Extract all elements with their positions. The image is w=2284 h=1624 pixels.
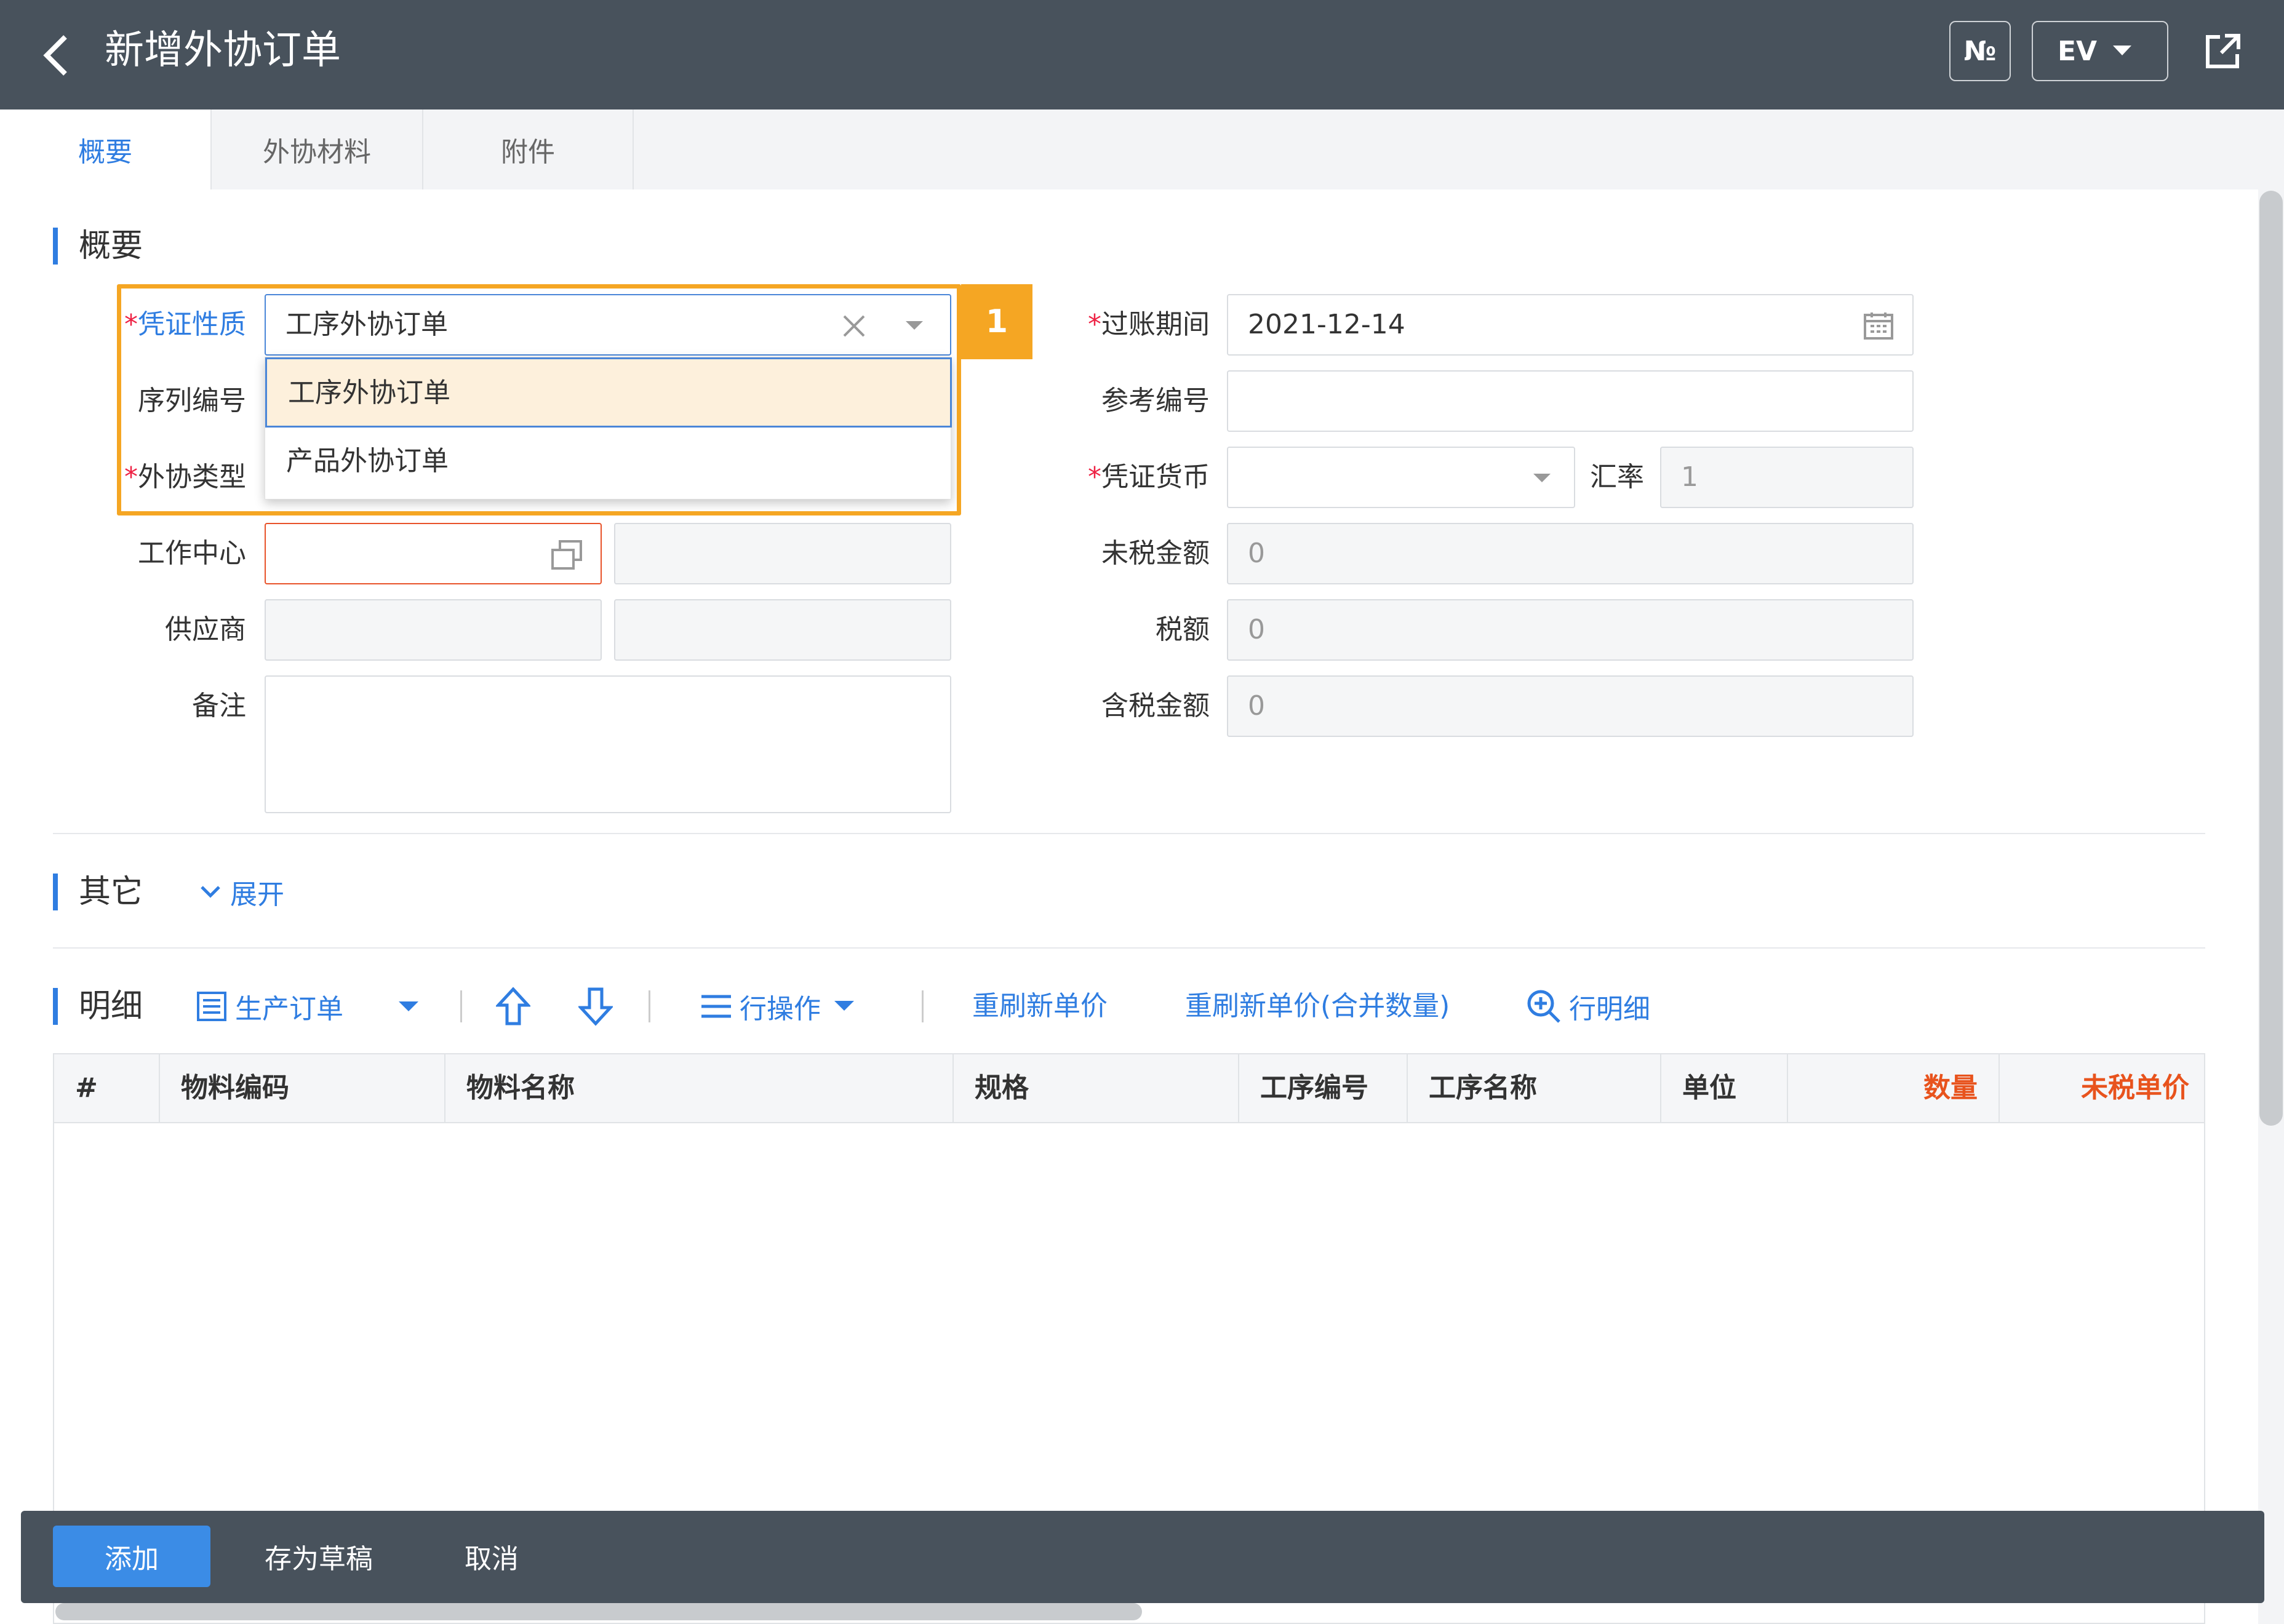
exchange-rate-field: 1 bbox=[1660, 447, 1914, 508]
zoom-in-icon bbox=[1527, 990, 1560, 1023]
column-header-unit: 单位 bbox=[1661, 1054, 1788, 1122]
caret-down-icon bbox=[1533, 474, 1551, 482]
column-header-spec: 规格 bbox=[954, 1054, 1239, 1122]
supplier-code-field bbox=[265, 599, 602, 661]
column-header-material-name: 物料名称 bbox=[445, 1054, 954, 1122]
move-down-icon[interactable] bbox=[578, 987, 613, 1026]
caret-down-icon bbox=[834, 1001, 854, 1011]
supplier-name-field bbox=[614, 599, 951, 661]
refresh-price-merge-link[interactable]: 重刷新单价(合并数量) bbox=[1185, 988, 1450, 1025]
horizontal-scrollbar-thumb[interactable] bbox=[55, 1603, 1142, 1620]
remark-textarea[interactable] bbox=[265, 675, 951, 813]
tax-amount-label: 税额 bbox=[1156, 614, 1210, 645]
move-up-icon[interactable] bbox=[496, 987, 530, 1026]
tab-bar: 概要 外协材料 附件 bbox=[0, 109, 2284, 189]
list-document-icon bbox=[197, 992, 226, 1021]
production-order-label: 生产订单 bbox=[235, 993, 343, 1025]
reference-no-label: 参考编号 bbox=[1101, 385, 1210, 416]
language-dropdown[interactable]: EV bbox=[2032, 21, 2168, 81]
row-detail-button[interactable]: 行明细 bbox=[1526, 988, 1650, 1025]
posting-period-value: 2021-12-14 bbox=[1248, 309, 1405, 340]
row-detail-label: 行明细 bbox=[1569, 993, 1650, 1025]
section-title-detail: 明细 bbox=[79, 988, 143, 1025]
caret-down-icon bbox=[2113, 46, 2132, 55]
exchange-rate-label: 汇率 bbox=[1590, 461, 1644, 493]
taxed-amount-label: 含税金额 bbox=[1101, 690, 1210, 722]
toolbar-separator bbox=[922, 990, 924, 1022]
work-center-name-field bbox=[614, 523, 951, 584]
step-badge: 1 bbox=[961, 284, 1032, 359]
number-button[interactable]: № bbox=[1949, 21, 2011, 81]
section-divider bbox=[53, 947, 2205, 949]
column-header-index: # bbox=[54, 1054, 160, 1122]
language-label: EV bbox=[2058, 35, 2098, 67]
export-icon[interactable] bbox=[2203, 32, 2242, 71]
work-center-label: 工作中心 bbox=[138, 538, 246, 569]
calendar-icon[interactable] bbox=[1863, 311, 1894, 341]
expand-label: 展开 bbox=[230, 879, 284, 910]
work-center-input[interactable] bbox=[265, 523, 602, 584]
caret-down-icon[interactable] bbox=[399, 1001, 418, 1013]
section-marker bbox=[53, 228, 58, 265]
tax-amount-field: 0 bbox=[1227, 599, 1914, 661]
remark-label: 备注 bbox=[192, 690, 246, 722]
chevron-down-icon bbox=[201, 886, 220, 898]
currency-select[interactable] bbox=[1227, 447, 1575, 508]
supplier-label: 供应商 bbox=[165, 614, 246, 645]
taxed-amount-field: 0 bbox=[1227, 675, 1914, 737]
posting-period-input[interactable]: 2021-12-14 bbox=[1227, 294, 1914, 356]
save-draft-button[interactable]: 存为草稿 bbox=[233, 1526, 405, 1587]
refresh-price-link[interactable]: 重刷新单价 bbox=[972, 988, 1108, 1025]
table-header: # 物料编码 物料名称 规格 工序编号 工序名称 单位 数量 未税单价 bbox=[54, 1054, 2204, 1123]
add-button[interactable]: 添加 bbox=[53, 1526, 210, 1587]
cancel-button[interactable]: 取消 bbox=[433, 1526, 550, 1587]
highlight-box bbox=[117, 284, 961, 515]
column-header-process-no: 工序编号 bbox=[1239, 1054, 1408, 1122]
page-title: 新增外协订单 bbox=[105, 28, 341, 73]
section-marker bbox=[53, 874, 58, 910]
app-header: 新增外协订单 № EV bbox=[0, 0, 2284, 109]
row-operations-button[interactable]: 行操作 bbox=[700, 988, 854, 1025]
posting-period-label: *过账期间 bbox=[1088, 309, 1210, 340]
expand-toggle[interactable]: 展开 bbox=[199, 874, 284, 910]
section-title-other: 其它 bbox=[79, 874, 143, 910]
column-header-pretax-unit-price: 未税单价 bbox=[2081, 1072, 2189, 1104]
section-divider bbox=[53, 833, 2205, 834]
tab-summary[interactable]: 概要 bbox=[0, 109, 212, 189]
pretax-amount-label: 未税金额 bbox=[1101, 538, 1210, 569]
column-header-quantity: 数量 bbox=[1788, 1054, 2000, 1122]
menu-icon bbox=[701, 995, 731, 1018]
lookup-icon[interactable] bbox=[550, 539, 585, 571]
section-title-summary: 概要 bbox=[79, 228, 143, 265]
row-operations-label: 行操作 bbox=[740, 993, 821, 1025]
tab-attachments[interactable]: 附件 bbox=[423, 109, 634, 189]
reference-no-input[interactable] bbox=[1227, 370, 1914, 432]
vertical-scrollbar-thumb[interactable] bbox=[2259, 191, 2283, 1126]
pretax-amount-field: 0 bbox=[1227, 523, 1914, 584]
toolbar-separator bbox=[649, 990, 650, 1022]
footer-action-bar: 添加 存为草稿 取消 bbox=[21, 1511, 2264, 1603]
currency-label: *凭证货币 bbox=[1088, 461, 1210, 493]
back-arrow-icon[interactable] bbox=[38, 32, 75, 79]
column-header-process-name: 工序名称 bbox=[1408, 1054, 1661, 1122]
column-header-material-code: 物料编码 bbox=[160, 1054, 445, 1122]
section-marker bbox=[53, 988, 58, 1025]
toolbar-separator bbox=[460, 990, 462, 1022]
tab-outsource-materials[interactable]: 外协材料 bbox=[212, 109, 423, 189]
production-order-button[interactable]: 生产订单 bbox=[196, 988, 343, 1025]
